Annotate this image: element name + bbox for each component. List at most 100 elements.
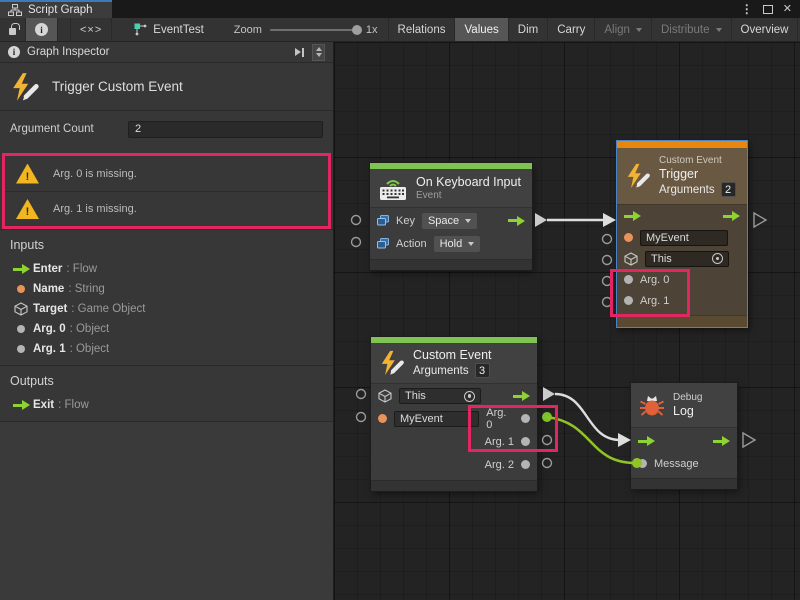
argument-count-row: Argument Count 2 [0, 111, 333, 147]
warning-icon: ! [16, 199, 39, 219]
flow-output-arrow[interactable] [508, 216, 525, 226]
dock-panel-icon[interactable] [295, 48, 305, 57]
flow-output-arrow[interactable] [513, 391, 530, 401]
arguments-label: Arguments [659, 184, 715, 196]
align-dropdown[interactable]: Align [595, 18, 652, 41]
string-port-icon[interactable] [624, 233, 633, 242]
node-custom-event[interactable]: Custom Event Arguments3 This [371, 337, 537, 491]
event-name-field[interactable]: MyEvent [640, 230, 728, 246]
relations-button[interactable]: Relations [388, 18, 456, 41]
node-footer [631, 478, 737, 489]
event-name-field[interactable]: MyEvent [394, 411, 479, 427]
warning-text: Arg. 1 is missing. [53, 203, 137, 215]
keycode-icon [377, 238, 389, 249]
message-label: Message [654, 458, 699, 470]
port-event-arg1-out[interactable] [543, 436, 552, 445]
game-object-icon[interactable] [624, 252, 638, 266]
port-event-target-input[interactable] [357, 390, 366, 399]
flow-input-arrow[interactable] [624, 211, 641, 221]
object-port-icon[interactable] [638, 459, 647, 468]
wire-event-to-debug[interactable] [555, 394, 620, 440]
graph-name: EventTest [153, 24, 204, 36]
wire-arrowhead [618, 433, 631, 447]
distribute-dropdown[interactable]: Distribute [652, 18, 732, 41]
stepper-control[interactable] [312, 44, 325, 61]
object-picker-icon[interactable] [712, 253, 723, 264]
list-item: Name: String [0, 279, 333, 299]
flow-output-arrow[interactable] [713, 436, 730, 446]
object-port-icon[interactable] [521, 460, 530, 469]
target-field[interactable]: This [399, 388, 481, 404]
port-action-input[interactable] [352, 238, 361, 247]
step-up-icon[interactable] [316, 47, 322, 51]
graph-breadcrumb[interactable]: EventTest [124, 18, 214, 41]
flow-output-arrow[interactable] [723, 211, 740, 221]
key-dropdown[interactable]: Space [422, 213, 477, 229]
wire-arg0-to-message[interactable] [547, 417, 636, 463]
port-debug-exit[interactable] [743, 433, 755, 447]
graph-inspector-header: i Graph Inspector [0, 42, 333, 63]
carry-button[interactable]: Carry [548, 18, 595, 41]
zoom-slider-handle[interactable] [352, 25, 362, 35]
arguments-count-field[interactable]: 3 [475, 363, 490, 378]
game-object-icon [14, 302, 28, 316]
node-subtitle: Event [416, 190, 521, 201]
window-maximize-icon[interactable] [763, 5, 773, 14]
outputs-section: Outputs Exit: Flow [0, 365, 333, 421]
argument-count-label: Argument Count [10, 123, 128, 135]
inspect-button[interactable]: i [26, 18, 58, 41]
port-event-flow-out[interactable] [543, 387, 555, 401]
flow-input-arrow[interactable] [638, 436, 655, 446]
object-port-icon[interactable] [521, 414, 530, 423]
target-field[interactable]: This [645, 251, 729, 267]
port-keyboard-flow-out[interactable] [535, 213, 547, 227]
port-event-name-input[interactable] [357, 413, 366, 422]
bug-icon [639, 393, 665, 417]
inputs-heading: Inputs [0, 238, 333, 252]
lock-button[interactable] [0, 18, 26, 41]
port-trigger-exit[interactable] [754, 213, 766, 227]
wire-arrowhead [603, 213, 616, 227]
action-dropdown[interactable]: Hold [434, 236, 481, 252]
code-view-button[interactable]: <×> [70, 18, 112, 41]
overview-button[interactable]: Overview [732, 18, 799, 41]
graph-hierarchy-icon [8, 4, 22, 16]
values-button[interactable]: Values [455, 18, 508, 41]
port-event-arg0-out[interactable] [542, 412, 552, 422]
dim-button[interactable]: Dim [509, 18, 548, 41]
game-object-icon[interactable] [378, 389, 392, 403]
chevron-down-icon [636, 28, 642, 32]
zoom-slider[interactable] [270, 29, 358, 31]
flow-port-icon [13, 264, 30, 274]
port-trigger-target-input[interactable] [603, 256, 612, 265]
node-trigger-custom-event[interactable]: Custom Event Trigger Arguments2 MyEvent [616, 140, 748, 328]
window-close-icon[interactable]: ✕ [783, 4, 792, 15]
port-trigger-arg1-input[interactable] [603, 298, 612, 307]
selected-unit-header: Trigger Custom Event [0, 63, 333, 111]
graph-canvas[interactable]: On Keyboard Input Event Key Space [334, 42, 800, 600]
object-port-icon[interactable] [624, 296, 633, 305]
argument-count-input[interactable]: 2 [128, 121, 323, 138]
port-event-arg2-out[interactable] [543, 459, 552, 468]
port-key-input[interactable] [352, 216, 361, 225]
zoom-level: 1x [366, 24, 378, 36]
port-trigger-arg0-input[interactable] [603, 277, 612, 286]
tab-script-graph[interactable]: Script Graph [0, 0, 112, 18]
node-on-keyboard-input[interactable]: On Keyboard Input Event Key Space [370, 163, 532, 270]
list-item: Enter: Flow [0, 259, 333, 279]
arg-label: Arg. 1 [485, 436, 514, 448]
object-picker-icon[interactable] [464, 391, 475, 402]
port-trigger-name-input[interactable] [603, 235, 612, 244]
object-port-icon[interactable] [521, 437, 530, 446]
zoom-control: Zoom 1x [224, 18, 388, 41]
chevron-down-icon [465, 219, 471, 223]
arguments-count-field[interactable]: 2 [721, 182, 736, 197]
inspector-empty-area [0, 421, 333, 600]
object-port-icon[interactable] [624, 275, 633, 284]
inputs-section: Inputs Enter: Flow Name: String [0, 229, 333, 365]
step-down-icon[interactable] [316, 53, 322, 57]
info-icon: i [8, 46, 20, 58]
string-port-icon[interactable] [378, 414, 387, 423]
node-debug-log[interactable]: Debug Log Message [631, 383, 737, 489]
window-menu-icon[interactable]: ⋮ [741, 3, 753, 15]
